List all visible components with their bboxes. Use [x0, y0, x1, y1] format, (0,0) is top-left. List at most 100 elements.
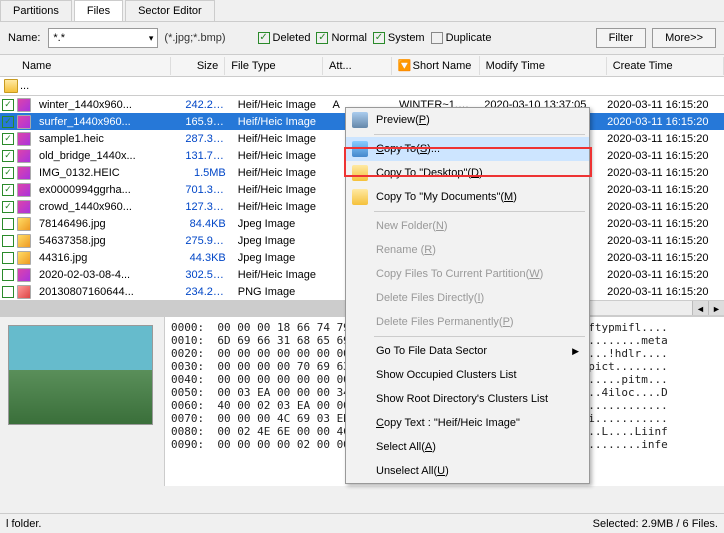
- tab-sector-editor[interactable]: Sector Editor: [125, 0, 215, 21]
- filter-button[interactable]: Filter: [596, 28, 646, 48]
- ctx-unselect-all[interactable]: Unselect All(U): [346, 459, 589, 483]
- row-checkbox[interactable]: ✓: [2, 133, 14, 145]
- file-type-icon: [17, 251, 31, 265]
- folder-icon: [4, 79, 18, 93]
- status-left: l folder.: [6, 518, 41, 530]
- sort-arrow-icon: 🔽: [398, 59, 410, 71]
- ctx-copy-text[interactable]: Copy Text : "Heif/Heic Image": [346, 411, 589, 435]
- file-type-icon: [17, 115, 31, 129]
- ctx-copy-mydocs[interactable]: Copy To "My Documents"(M): [346, 185, 589, 209]
- file-name: 2020-02-03-08-4...: [33, 268, 179, 282]
- file-size: 275.9KB: [179, 234, 231, 248]
- file-type: Heif/Heic Image: [232, 166, 327, 180]
- col-name[interactable]: Name: [0, 57, 171, 75]
- file-type: Heif/Heic Image: [232, 98, 327, 112]
- file-name: crowd_1440x960...: [33, 200, 179, 214]
- path-text: ...: [20, 80, 29, 92]
- tab-partitions[interactable]: Partitions: [0, 0, 72, 21]
- ctx-delete-direct: Delete Files Directly(I): [346, 286, 589, 310]
- name-label: Name:: [8, 32, 40, 44]
- file-type: Heif/Heic Image: [232, 115, 327, 129]
- file-type-icon: [17, 166, 31, 180]
- row-checkbox[interactable]: [2, 218, 14, 230]
- row-checkbox[interactable]: ✓: [2, 201, 14, 213]
- file-size: 131.7KB: [179, 149, 231, 163]
- row-checkbox[interactable]: ✓: [2, 184, 14, 196]
- folder-icon: [352, 165, 368, 181]
- file-type-icon: [17, 200, 31, 214]
- col-create-time[interactable]: Create Time: [607, 57, 724, 75]
- filter-bar: Name: *.* (*.jpg;*.bmp) ✓Deleted ✓Normal…: [0, 22, 724, 55]
- file-name: IMG_0132.HEIC: [33, 166, 179, 180]
- row-checkbox[interactable]: ✓: [2, 167, 14, 179]
- chk-deleted[interactable]: ✓Deleted: [258, 32, 311, 44]
- row-checkbox[interactable]: ✓: [2, 116, 14, 128]
- preview-thumbnail: [8, 325, 153, 425]
- file-size: 1.5MB: [179, 166, 231, 180]
- chk-normal[interactable]: ✓Normal: [316, 32, 366, 44]
- file-size: 44.3KB: [179, 251, 231, 265]
- ctx-show-root[interactable]: Show Root Directory's Clusters List: [346, 387, 589, 411]
- ctx-select-all[interactable]: Select All(A): [346, 435, 589, 459]
- row-checkbox[interactable]: ✓: [2, 99, 14, 111]
- preview-icon: [352, 112, 368, 128]
- scroll-left-icon[interactable]: ◄: [692, 301, 708, 315]
- row-checkbox[interactable]: [2, 235, 14, 247]
- row-checkbox[interactable]: [2, 286, 14, 298]
- file-name: surfer_1440x960...: [33, 115, 179, 129]
- row-checkbox[interactable]: [2, 252, 14, 264]
- preview-pane: [0, 317, 165, 486]
- file-create: 2020-03-11 16:15:20: [601, 217, 724, 231]
- ctx-goto-sector[interactable]: Go To File Data Sector▶: [346, 339, 589, 363]
- chk-duplicate[interactable]: ✓Duplicate: [431, 32, 492, 44]
- file-size: 234.2KB: [179, 285, 231, 299]
- ctx-copy-to[interactable]: Copy To(S)...: [346, 137, 589, 161]
- tab-files[interactable]: Files: [74, 0, 123, 21]
- row-checkbox[interactable]: [2, 269, 14, 281]
- file-name: winter_1440x960...: [33, 98, 179, 112]
- col-short-name[interactable]: 🔽 Short Name: [392, 56, 480, 75]
- file-type: Jpeg Image: [232, 251, 327, 265]
- col-file-type[interactable]: File Type: [225, 57, 323, 75]
- chk-system[interactable]: ✓System: [373, 32, 425, 44]
- col-att[interactable]: Att...: [323, 57, 392, 75]
- file-type: Heif/Heic Image: [232, 132, 327, 146]
- col-size[interactable]: Size: [171, 57, 225, 75]
- ctx-copy-partition: Copy Files To Current Partition(W): [346, 262, 589, 286]
- file-type-icon: [17, 183, 31, 197]
- path-row[interactable]: ...: [0, 77, 724, 96]
- file-create: 2020-03-11 16:15:20: [601, 115, 724, 129]
- copy-icon: [352, 141, 368, 157]
- file-size: 242.2KB: [179, 98, 231, 112]
- file-create: 2020-03-11 16:15:20: [601, 166, 724, 180]
- ctx-show-occupied[interactable]: Show Occupied Clusters List: [346, 363, 589, 387]
- scroll-right-icon[interactable]: ►: [708, 301, 724, 315]
- file-type-icon: [17, 285, 31, 299]
- file-type-icon: [17, 217, 31, 231]
- file-size: 701.3KB: [179, 183, 231, 197]
- file-size: 84.4KB: [179, 217, 231, 231]
- ctx-rename: Rename (R): [346, 238, 589, 262]
- file-size: 302.5KB: [179, 268, 231, 282]
- file-create: 2020-03-11 16:15:20: [601, 268, 724, 282]
- file-name: 54637358.jpg: [33, 234, 179, 248]
- name-filter-combo[interactable]: *.*: [48, 28, 158, 48]
- col-modify-time[interactable]: Modify Time: [480, 57, 607, 75]
- more-button[interactable]: More>>: [652, 28, 716, 48]
- ctx-copy-desktop[interactable]: Copy To "Desktop"(D): [346, 161, 589, 185]
- file-type: Heif/Heic Image: [232, 149, 327, 163]
- file-name: 78146496.jpg: [33, 217, 179, 231]
- column-headers: Name Size File Type Att... 🔽 Short Name …: [0, 55, 724, 77]
- row-checkbox[interactable]: ✓: [2, 150, 14, 162]
- file-create: 2020-03-11 16:15:20: [601, 285, 724, 299]
- file-type: Heif/Heic Image: [232, 268, 327, 282]
- file-name: old_bridge_1440x...: [33, 149, 179, 163]
- file-type-icon: [17, 268, 31, 282]
- main-tabs: Partitions Files Sector Editor: [0, 0, 724, 22]
- file-name: 44316.jpg: [33, 251, 179, 265]
- ctx-preview[interactable]: Preview(P): [346, 108, 589, 132]
- file-type-icon: [17, 98, 31, 112]
- submenu-arrow-icon: ▶: [572, 346, 579, 357]
- file-type-icon: [17, 132, 31, 146]
- status-right: Selected: 2.9MB / 6 Files.: [593, 518, 718, 530]
